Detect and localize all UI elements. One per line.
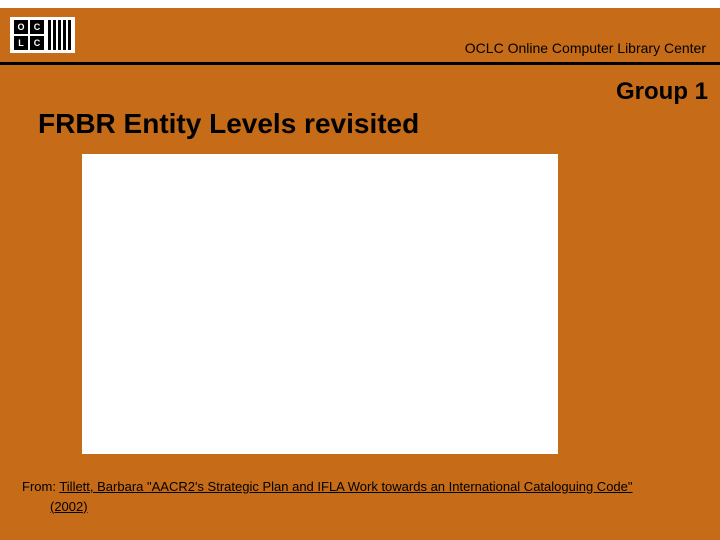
logo-letter: L (14, 36, 28, 50)
oclc-logo-grid: O C L C (14, 20, 44, 50)
oclc-logo: O C L C (10, 17, 75, 53)
citation-link-main[interactable]: Tillett, Barbara "AACR2's Strategic Plan… (59, 479, 632, 494)
content-placeholder (82, 154, 558, 454)
logo-letter: O (14, 20, 28, 34)
citation: From: Tillett, Barbara "AACR2's Strategi… (22, 477, 698, 516)
banner: O C L C OCLC Online Computer Library Cen… (0, 8, 720, 62)
citation-link-tail[interactable]: (2002) (50, 497, 698, 517)
group-label: Group 1 (616, 78, 708, 106)
logo-letter: C (30, 36, 44, 50)
oclc-logo-bars-icon (48, 20, 71, 50)
banner-divider (0, 62, 720, 65)
top-white-gap (0, 0, 720, 8)
citation-prefix: From: (22, 479, 59, 494)
banner-text: OCLC Online Computer Library Center (465, 40, 706, 56)
logo-letter: C (30, 20, 44, 34)
slide-title: FRBR Entity Levels revisited (38, 108, 419, 140)
